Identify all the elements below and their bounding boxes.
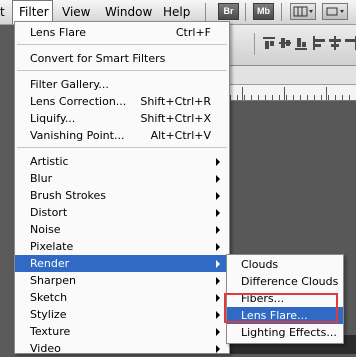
menu-edit-partial[interactable]: t [0, 0, 11, 24]
ruler-tick [242, 87, 243, 100]
submenu-video[interactable]: Video [15, 340, 229, 357]
menu-separator [17, 70, 227, 71]
menu-item-label: Difference Clouds [241, 275, 339, 288]
zoom-icon [326, 7, 344, 16]
vanishing-point-item[interactable]: Vanishing Point... Alt+Ctrl+V [15, 127, 229, 144]
menu-item-shortcut: Ctrl+F [175, 26, 211, 39]
filter-menu: Lens Flare Ctrl+F Convert for Smart Filt… [14, 21, 230, 357]
toolbar-divider [281, 3, 282, 21]
ruler-tick [284, 87, 285, 100]
submenu-noise[interactable]: Noise [15, 221, 229, 238]
menu-item-shortcut: Shift+Ctrl+X [140, 112, 211, 125]
submenu-brush-strokes[interactable]: Brush Strokes [15, 187, 229, 204]
submenu-texture[interactable]: Texture [15, 323, 229, 340]
menu-item-label: Clouds [241, 258, 279, 271]
menu-item-label: Video [30, 342, 61, 355]
grid-icon [293, 6, 313, 17]
menu-item-shortcut: Alt+Ctrl+V [150, 129, 211, 142]
menu-item-label: Lens Flare [30, 26, 87, 39]
menu-item-label: Fibers... [241, 292, 285, 305]
menu-item-label: Pixelate [30, 240, 74, 253]
options-divider [254, 33, 255, 55]
horizontal-ruler [230, 85, 356, 101]
render-fibers-item[interactable]: Fibers... [227, 290, 343, 307]
menu-item-label: Lens Flare... [241, 309, 308, 322]
menu-item-label: Lens Correction... [30, 95, 127, 108]
submenu-arrow-icon [216, 294, 220, 302]
submenu-arrow-icon [216, 277, 220, 285]
menu-item-label: Blur [30, 172, 53, 185]
zoom-level-button[interactable] [322, 3, 348, 20]
menu-item-label: Sketch [30, 291, 68, 304]
align-top-icon[interactable] [262, 36, 276, 50]
submenu-sketch[interactable]: Sketch [15, 289, 229, 306]
menu-separator [17, 44, 227, 45]
render-difference-clouds-item[interactable]: Difference Clouds [227, 273, 343, 290]
menu-item-label: Liquify... [30, 112, 76, 125]
submenu-sharpen[interactable]: Sharpen [15, 272, 229, 289]
submenu-artistic[interactable]: Artistic [15, 153, 229, 170]
menu-item-label: Brush Strokes [30, 189, 107, 202]
submenu-pixelate[interactable]: Pixelate [15, 238, 229, 255]
menu-item-label: Vanishing Point... [30, 129, 125, 142]
menu-item-label: Render [30, 257, 70, 270]
submenu-arrow-icon [216, 328, 220, 336]
submenu-arrow-icon [216, 311, 220, 319]
menu-item-label: Convert for Smart Filters [30, 52, 166, 65]
toolbar-divider [205, 3, 206, 21]
document-tab-bar [230, 66, 356, 85]
view-extras-button[interactable] [290, 3, 316, 20]
menu-item-label: Lighting Effects... [241, 326, 337, 339]
submenu-arrow-icon [216, 345, 220, 353]
submenu-arrow-icon [216, 226, 220, 234]
last-filter-item[interactable]: Lens Flare Ctrl+F [15, 24, 229, 41]
submenu-arrow-icon [216, 158, 220, 166]
align-left-icon[interactable] [312, 36, 326, 50]
submenu-blur[interactable]: Blur [15, 170, 229, 187]
menu-item-label: Noise [30, 223, 61, 236]
submenu-arrow-icon [216, 209, 220, 217]
bridge-button[interactable]: Br [218, 3, 239, 20]
submenu-distort[interactable]: Distort [15, 204, 229, 221]
menu-item-label: Filter Gallery... [30, 78, 109, 91]
menu-item-label: Artistic [30, 155, 69, 168]
convert-smart-filters-item[interactable]: Convert for Smart Filters [15, 50, 229, 67]
menu-separator [17, 147, 227, 148]
submenu-arrow-icon [216, 260, 220, 268]
render-submenu: Clouds Difference Clouds Fibers... Lens … [226, 254, 344, 344]
menu-item-label: Stylize [30, 308, 67, 321]
submenu-arrow-icon [216, 192, 220, 200]
filter-gallery-item[interactable]: Filter Gallery... [15, 76, 229, 93]
align-bottom-icon[interactable] [294, 36, 308, 50]
options-bar [230, 25, 356, 66]
render-clouds-item[interactable]: Clouds [227, 256, 343, 273]
liquify-item[interactable]: Liquify... Shift+Ctrl+X [15, 110, 229, 127]
lens-correction-item[interactable]: Lens Correction... Shift+Ctrl+R [15, 93, 229, 110]
submenu-arrow-icon [216, 175, 220, 183]
render-lens-flare-item[interactable]: Lens Flare... [227, 307, 343, 324]
align-right-icon[interactable] [344, 36, 356, 50]
submenu-stylize[interactable]: Stylize [15, 306, 229, 323]
ruler-tick [326, 87, 327, 100]
submenu-arrow-icon [216, 243, 220, 251]
menu-item-label: Sharpen [30, 274, 76, 287]
menu-item-shortcut: Shift+Ctrl+R [140, 95, 211, 108]
mini-bridge-button[interactable]: Mb [253, 3, 274, 20]
menu-item-label: Texture [30, 325, 71, 338]
toolbar-divider [245, 3, 246, 21]
align-hcenter-icon[interactable] [328, 36, 342, 50]
submenu-render[interactable]: Render [15, 255, 229, 272]
menu-item-label: Distort [30, 206, 68, 219]
align-vcenter-icon[interactable] [278, 36, 292, 50]
render-lighting-effects-item[interactable]: Lighting Effects... [227, 324, 343, 341]
